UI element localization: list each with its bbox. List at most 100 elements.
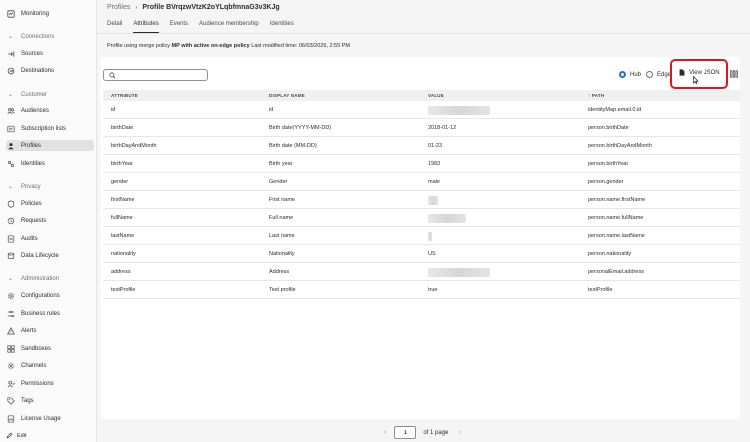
attribute-cell: birthYear (111, 161, 133, 167)
table-row[interactable]: gender Gender male person.gender (103, 173, 740, 191)
search-icon (109, 72, 116, 78)
search-input[interactable] (118, 72, 207, 78)
tag-icon (6, 396, 15, 405)
sidebar-item-policies[interactable]: Policies (6, 198, 94, 209)
sidebar-item-profiles[interactable]: Profiles (6, 140, 94, 151)
sidebar-section-privacy[interactable]: ⌄ Privacy (8, 183, 41, 191)
tab-events[interactable]: Events (170, 21, 188, 33)
table-row[interactable]: id id identityMap.email.0.id (103, 101, 740, 119)
sidebar-item-label: Audiences (21, 107, 50, 114)
sidebar-item-destinations[interactable]: Destinations (6, 65, 94, 76)
gear-icon (6, 291, 15, 300)
merge-policy-info: Profile using merge policy MP with activ… (107, 43, 350, 49)
view-json-button[interactable]: View JSON (679, 69, 720, 76)
sidebar-item-license-usage[interactable]: License Usage (6, 413, 94, 424)
attribute-cell: id (111, 107, 116, 113)
attributes-card: Hub Edge View JSON ATTRIBUTE DISPLAY NAM… (100, 57, 740, 419)
sidebar-item-data-lifecycle[interactable]: Data Lifecycle (6, 250, 94, 261)
identities-icon (6, 159, 15, 168)
sidebar-item-monitoring[interactable]: Monitoring (6, 8, 94, 19)
sidebar-item-label: Subscription lists (21, 125, 67, 132)
sidebar-item-business-rules[interactable]: Business rules (6, 308, 94, 319)
path-cell: person.birthYear (588, 161, 629, 167)
attribute-cell: gender (111, 179, 129, 185)
sidebar-item-alerts[interactable]: Alerts (6, 325, 94, 336)
sidebar-section-connections[interactable]: ⌄ Connections (8, 33, 55, 41)
profile-icon (6, 141, 15, 150)
breadcrumb-profiles-link[interactable]: Profiles (107, 4, 130, 11)
sidebar-item-label: Configurations (21, 292, 60, 299)
edge-radio[interactable] (646, 71, 654, 78)
sidebar-item-sources[interactable]: Sources (6, 48, 94, 59)
column-header-value[interactable]: VALUE (428, 93, 444, 98)
table-row[interactable]: birthDate Birth date(YYYY-MM-DD) 2018-01-1… (103, 119, 740, 137)
business-rules-icon (6, 309, 15, 318)
sandboxes-icon (6, 344, 15, 353)
table-row[interactable]: birthDayAndMonth Birth date (MM-DD) 01-23 p… (103, 137, 740, 155)
tab-list: Detail Attributes Events Audience member… (107, 21, 305, 33)
page-number-input[interactable] (394, 426, 417, 439)
search-field[interactable] (103, 69, 208, 81)
page-count-label: of 1 page (423, 429, 449, 436)
table-row[interactable]: nationality Nationality US person.nationali… (103, 245, 740, 263)
table-row[interactable]: lastName Last name person.name.lastName (103, 227, 740, 245)
column-header-attribute[interactable]: ATTRIBUTE (111, 93, 138, 98)
sidebar-item-requests[interactable]: Requests (6, 215, 94, 226)
sidebar-item-audiences[interactable]: Audiences (6, 105, 94, 116)
column-settings-icon[interactable] (730, 70, 738, 78)
audiences-icon (6, 106, 15, 115)
path-cell: person.name.firstName (588, 197, 646, 203)
table-row[interactable]: testProfile Test profile true testProfile (103, 281, 740, 299)
sidebar-item-audits[interactable]: Audits (6, 233, 94, 244)
chevron-down-icon: ⌄ (8, 34, 14, 40)
license-usage-icon (6, 414, 15, 423)
column-header-path-label: PATH (591, 93, 605, 98)
table-row[interactable]: fullName Full name person.name.fullName (103, 209, 740, 227)
column-header-path[interactable]: ↑ PATH (588, 93, 604, 98)
sidebar-item-sandboxes[interactable]: Sandboxes (6, 343, 94, 354)
tab-identities[interactable]: Identities (270, 21, 294, 33)
section-label: Customer (21, 91, 48, 98)
redacted-value (428, 196, 438, 205)
sidebar-item-tags[interactable]: Tags (6, 395, 94, 406)
permissions-icon (6, 379, 15, 388)
display-name-cell: id (269, 107, 274, 113)
view-json-label: View JSON (689, 69, 720, 76)
attribute-cell: testProfile (111, 287, 136, 293)
audits-icon (6, 234, 15, 243)
value-cell: 01-23 (428, 143, 443, 149)
tab-detail[interactable]: Detail (107, 21, 122, 33)
column-header-display-name[interactable]: DISPLAY NAME (269, 93, 305, 98)
sidebar-item-label: Alerts (21, 327, 37, 334)
hub-radio[interactable] (619, 71, 626, 78)
table-row[interactable]: firstName First name person.name.firstName (103, 191, 740, 209)
sidebar-section-customer[interactable]: ⌄ Customer (8, 91, 48, 99)
display-name-cell: Full name (269, 215, 294, 221)
sidebar-item-channels[interactable]: Channels (6, 360, 94, 371)
sidebar-item-label: Tags (21, 397, 34, 404)
sidebar-item-permissions[interactable]: Permissions (6, 378, 94, 389)
sidebar-item-subscription-lists[interactable]: Subscription lists (6, 123, 94, 134)
table-row[interactable]: birthYear Birth year 1983 person.birthYear (103, 155, 740, 173)
sidebar-item-label: Identities (21, 160, 46, 167)
attribute-cell: nationality (111, 251, 136, 257)
path-cell: person.gender (588, 179, 624, 185)
value-cell: true (428, 287, 438, 293)
section-label: Connections (21, 33, 55, 40)
chevron-down-icon: ⌄ (8, 92, 14, 98)
tab-audience-membership[interactable]: Audience membership (199, 21, 259, 33)
subscription-list-icon (6, 124, 15, 133)
next-page-button[interactable]: › (458, 429, 460, 436)
sidebar-item-label: License Usage (21, 415, 61, 422)
sidebar-item-configurations[interactable]: Configurations (6, 290, 94, 301)
previous-page-button[interactable]: ‹ (384, 429, 386, 436)
tab-attributes[interactable]: Attributes (133, 21, 160, 33)
table-row[interactable]: address Address personalEmail.address (103, 263, 740, 281)
edit-button[interactable]: Edit (6, 432, 26, 439)
pencil-icon (6, 432, 13, 439)
chevron-down-icon: ⌄ (8, 276, 14, 282)
sidebar-item-identities[interactable]: Identities (6, 158, 94, 169)
cursor-icon (693, 76, 699, 84)
sidebar-section-administration[interactable]: ⌄ Administration (8, 275, 59, 283)
attribute-cell: address (111, 269, 131, 275)
